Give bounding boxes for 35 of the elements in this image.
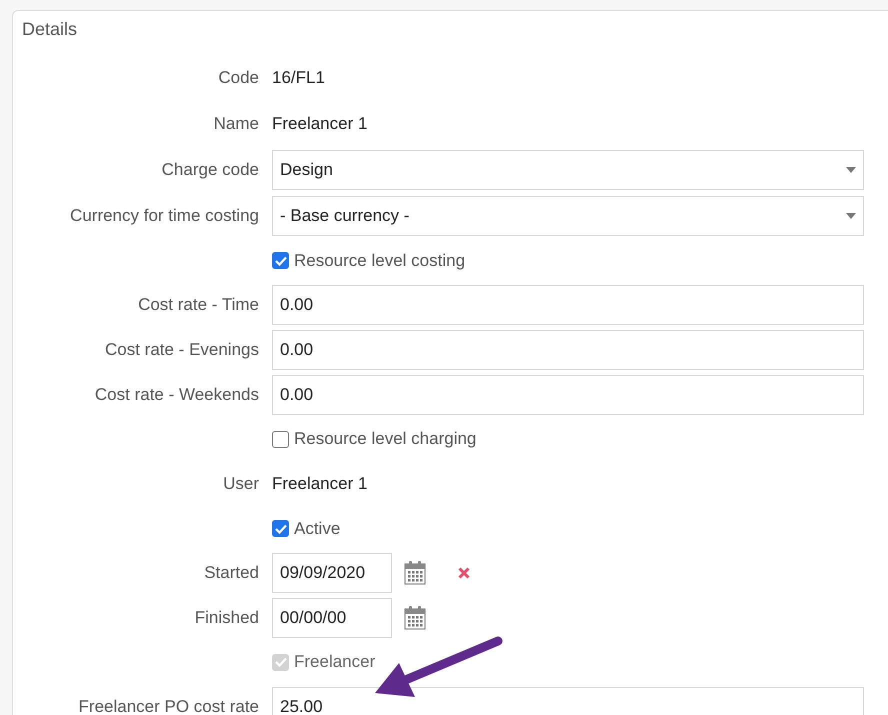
field-label: Currency for time costing bbox=[70, 206, 259, 226]
field-label: Code bbox=[218, 68, 259, 88]
field-label: Charge code bbox=[162, 160, 259, 180]
field-label: Cost rate - Weekends bbox=[94, 385, 259, 405]
calendar-icon[interactable] bbox=[404, 606, 426, 630]
checkbox[interactable] bbox=[272, 252, 289, 270]
checkbox-label: Active bbox=[294, 518, 340, 539]
calendar-icon[interactable] bbox=[404, 561, 426, 585]
dropdown[interactable]: Design bbox=[272, 150, 864, 190]
checkbox[interactable] bbox=[272, 430, 289, 448]
date-field[interactable]: 00/00/00 bbox=[272, 598, 392, 638]
checkbox-label: Resource level costing bbox=[294, 250, 466, 271]
input-field[interactable]: 0.00 bbox=[272, 285, 864, 325]
field-value: 16/FL1 bbox=[272, 68, 325, 88]
field-label: Cost rate - Time bbox=[138, 295, 259, 315]
field-label: Finished bbox=[194, 608, 259, 628]
input-field[interactable]: 0.00 bbox=[272, 375, 864, 415]
dropdown[interactable]: - Base currency - bbox=[272, 196, 864, 236]
input-field[interactable]: 25.00 bbox=[272, 686, 864, 715]
panel-title: Details bbox=[22, 19, 78, 40]
input-field[interactable]: 0.00 bbox=[272, 330, 864, 370]
field-value: Freelancer 1 bbox=[272, 474, 368, 494]
field-label: Name bbox=[214, 114, 259, 134]
field-value: Freelancer 1 bbox=[272, 114, 368, 134]
field-label: Started bbox=[204, 563, 259, 583]
field-label: Cost rate - Evenings bbox=[104, 340, 259, 360]
checkbox[interactable] bbox=[272, 520, 289, 538]
checkbox-label: Resource level charging bbox=[294, 429, 476, 450]
caret-icon bbox=[846, 213, 856, 219]
field-label: Freelancer PO cost rate bbox=[78, 696, 259, 715]
clear-icon[interactable] bbox=[458, 567, 470, 579]
date-field[interactable]: 09/09/2020 bbox=[272, 553, 392, 593]
field-label: User bbox=[223, 474, 259, 494]
checkbox-label: Freelancer bbox=[294, 652, 376, 672]
caret-icon bbox=[846, 167, 856, 173]
